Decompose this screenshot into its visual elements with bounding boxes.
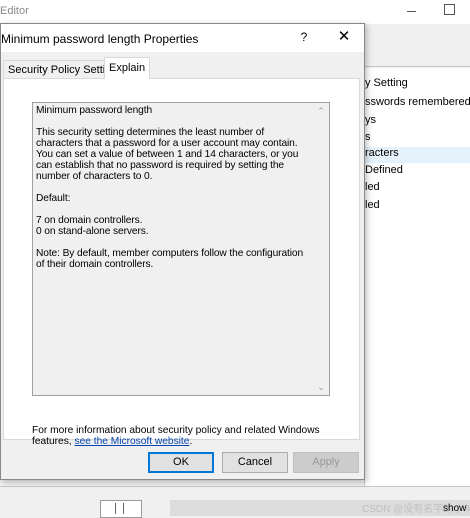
policy-list-item-selected[interactable]: racters <box>365 147 470 163</box>
background-window-title: Editor <box>0 5 29 17</box>
column-resize-grip[interactable] <box>100 500 142 518</box>
minimize-icon[interactable] <box>404 3 420 19</box>
apply-button[interactable]: Apply <box>293 452 359 473</box>
close-icon[interactable]: ✕ <box>336 29 352 45</box>
policy-list-item[interactable]: Defined <box>365 164 403 180</box>
scroll-up-icon[interactable]: ⌃ <box>315 105 327 117</box>
policy-list-pane: y Setting sswords remembered ys s racter… <box>364 68 470 488</box>
tab-explain[interactable]: Explain <box>104 57 151 79</box>
more-info-suffix: . <box>189 436 193 447</box>
explain-text: Minimum password length This security se… <box>36 105 311 281</box>
maximize-icon[interactable] <box>444 4 455 15</box>
ok-button[interactable]: OK <box>148 452 214 473</box>
properties-dialog: Minimum password length Properties ? ✕ S… <box>0 23 365 480</box>
explain-default-values: 7 on domain controllers. 0 on stand-alon… <box>36 215 149 237</box>
background-pane-header-divider <box>364 66 470 67</box>
explain-tab-panel: Minimum password length This security se… <box>3 78 360 447</box>
scroll-down-icon[interactable]: ⌄ <box>315 381 327 393</box>
policy-list-item[interactable]: sswords remembered <box>365 96 470 112</box>
policy-list-item[interactable]: s <box>365 131 371 147</box>
help-icon[interactable]: ? <box>297 30 311 46</box>
policy-list-item[interactable]: y Setting <box>365 77 408 93</box>
cancel-button[interactable]: Cancel <box>222 452 288 473</box>
dialog-title: Minimum password length Properties <box>1 32 199 46</box>
explain-paragraph: This security setting determines the lea… <box>36 127 299 182</box>
explain-text-box[interactable]: Minimum password length This security se… <box>32 102 330 396</box>
microsoft-website-link[interactable]: see the Microsoft website <box>74 436 189 447</box>
policy-list-item[interactable]: led <box>365 181 380 197</box>
more-info-text: For more information about security poli… <box>32 425 332 447</box>
background-title-bar: Editor <box>0 0 470 24</box>
policy-list-item[interactable]: ys <box>365 114 376 130</box>
show-label[interactable]: show <box>443 503 466 514</box>
explain-note: Note: By default, member computers follo… <box>36 248 304 270</box>
explain-default-label: Default: <box>36 193 71 204</box>
explain-heading: Minimum password length <box>36 105 153 116</box>
dialog-title-bar[interactable]: Minimum password length Properties ? ✕ <box>1 24 364 52</box>
policy-list-item[interactable]: led <box>365 199 380 215</box>
